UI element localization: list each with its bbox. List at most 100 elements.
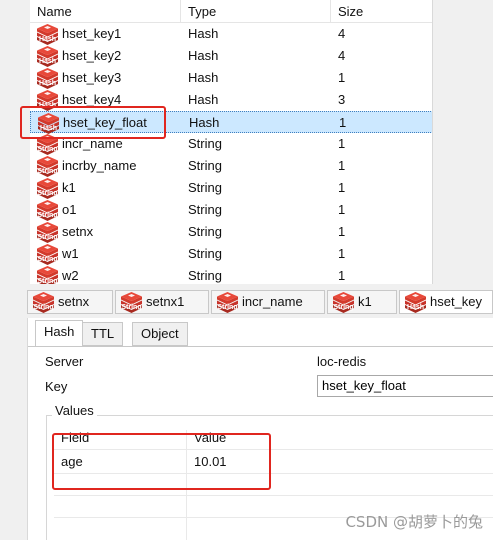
key-list-row[interactable]: String incr_name String 1: [30, 133, 432, 155]
tab-ttl[interactable]: TTL: [82, 322, 124, 346]
redis-key-icon-type: Hash: [406, 304, 425, 311]
key-name: hset_key2: [62, 48, 122, 63]
redis-key-icon-type: Hash: [38, 102, 57, 109]
key-size: 1: [338, 246, 346, 261]
key-size: 1: [338, 202, 346, 217]
table-row-empty: [54, 474, 493, 496]
key-type: String: [188, 180, 222, 195]
value-cell[interactable]: 10.01: [187, 450, 493, 473]
redis-key-icon: Hash: [35, 46, 60, 67]
redis-key-icon: String: [35, 200, 60, 221]
empty-cell: [54, 496, 187, 517]
key-type: Hash: [188, 48, 219, 63]
key-list-row[interactable]: Hash hset_key1 Hash 4: [30, 23, 432, 45]
key-name: hset_key4: [62, 92, 122, 107]
redis-key-icon: String: [35, 266, 60, 284]
key-list[interactable]: Name Type Size Hash hset_key1 Hash 4 Hash hse…: [30, 0, 433, 284]
redis-key-icon-type: String: [37, 278, 58, 284]
key-type: String: [188, 158, 222, 173]
key-type: Hash: [189, 115, 220, 130]
key-size: 4: [338, 48, 346, 63]
key-name: hset_key1: [62, 26, 122, 41]
redis-key-icon: String: [31, 292, 56, 313]
key-name: hset_key_float: [63, 115, 147, 130]
key-list-row[interactable]: String k1 String 1: [30, 177, 432, 199]
key-size: 3: [338, 92, 346, 107]
key-list-row[interactable]: String incrby_name String 1: [30, 155, 432, 177]
key-list-row[interactable]: String w2 String 1: [30, 265, 432, 284]
server-value: loc-redis: [317, 354, 367, 369]
key-size: 1: [338, 268, 346, 283]
key-name: o1: [62, 202, 77, 217]
key-list-row[interactable]: Hash hset_key3 Hash 1: [30, 67, 432, 89]
table-row[interactable]: age 10.01: [54, 450, 493, 474]
key-name: setnx: [62, 224, 94, 239]
open-tab-label: hset_key: [430, 294, 483, 309]
values-table-header: Field Value: [54, 430, 493, 450]
column-header-name[interactable]: Name: [30, 0, 181, 23]
redis-key-icon-type: String: [33, 304, 54, 311]
key-name-field[interactable]: hset_key_float: [317, 375, 493, 397]
redis-key-icon-type: String: [333, 304, 354, 311]
open-tab-setnx1[interactable]: String setnx1: [115, 290, 209, 314]
open-tab-setnx[interactable]: String setnx: [27, 290, 113, 314]
redis-key-icon-type: String: [37, 212, 58, 219]
redis-key-icon: String: [331, 292, 356, 313]
key-type: String: [188, 202, 222, 217]
key-name: w2: [62, 268, 79, 283]
column-header-type[interactable]: Type: [181, 0, 331, 23]
column-header-value[interactable]: Value: [187, 430, 493, 449]
redis-key-icon: String: [35, 222, 60, 243]
redis-key-icon-type: String: [121, 304, 142, 311]
key-name: k1: [62, 180, 76, 195]
redis-key-icon-type: Hash: [39, 125, 58, 132]
key-list-row[interactable]: String o1 String 1: [30, 199, 432, 221]
open-key-tabs: String setnx String setnx1 String incr_name St…: [27, 290, 493, 314]
column-header-field[interactable]: Field: [54, 430, 187, 449]
key-list-background: [433, 0, 493, 284]
redis-key-icon-type: String: [37, 190, 58, 197]
redis-key-icon: String: [119, 292, 144, 313]
empty-cell: [54, 518, 187, 540]
redis-key-icon-type: String: [37, 234, 58, 241]
key-label: Key: [45, 379, 68, 394]
field-cell[interactable]: age: [54, 450, 187, 473]
empty-cell: [54, 474, 187, 495]
server-label: Server: [45, 354, 84, 369]
tab-hash[interactable]: Hash: [35, 320, 84, 347]
open-tab-k1[interactable]: String k1: [327, 290, 397, 314]
key-type: String: [188, 268, 222, 283]
redis-key-icon-type: Hash: [38, 80, 57, 87]
key-list-row[interactable]: String w1 String 1: [30, 243, 432, 265]
redis-key-icon-type: String: [217, 304, 238, 311]
key-list-row[interactable]: Hash hset_key4 Hash 3: [30, 89, 432, 111]
redis-key-icon-type: String: [37, 256, 58, 263]
redis-key-icon-type: Hash: [38, 58, 57, 65]
open-tab-label: k1: [358, 294, 372, 309]
key-size: 1: [338, 224, 346, 239]
key-name: incr_name: [62, 136, 123, 151]
redis-key-icon: Hash: [36, 113, 61, 134]
open-tab-incr-name[interactable]: String incr_name: [211, 290, 325, 314]
key-size: 1: [339, 115, 347, 130]
key-type: String: [188, 246, 222, 261]
key-list-row[interactable]: String setnx String 1: [30, 221, 432, 243]
redis-key-icon-type: Hash: [38, 36, 57, 43]
values-title: Values: [52, 403, 97, 418]
key-list-row[interactable]: Hash hset_key_float Hash 1: [30, 111, 432, 134]
key-size: 1: [338, 158, 346, 173]
redis-key-icon: String: [35, 244, 60, 265]
open-tab-label: setnx: [58, 294, 90, 309]
key-type: Hash: [188, 92, 219, 107]
tab-object[interactable]: Object: [132, 322, 188, 346]
key-type: String: [188, 136, 222, 151]
redis-key-icon: String: [35, 156, 60, 177]
redis-key-icon: Hash: [403, 292, 428, 313]
redis-key-icon: String: [35, 178, 60, 199]
key-list-row[interactable]: Hash hset_key2 Hash 4: [30, 45, 432, 67]
column-header-size[interactable]: Size: [331, 0, 432, 23]
open-tab-hset-key[interactable]: Hash hset_key: [399, 290, 493, 314]
key-name: hset_key3: [62, 70, 122, 85]
open-tab-label: incr_name: [242, 294, 303, 309]
redis-key-icon: Hash: [35, 24, 60, 45]
